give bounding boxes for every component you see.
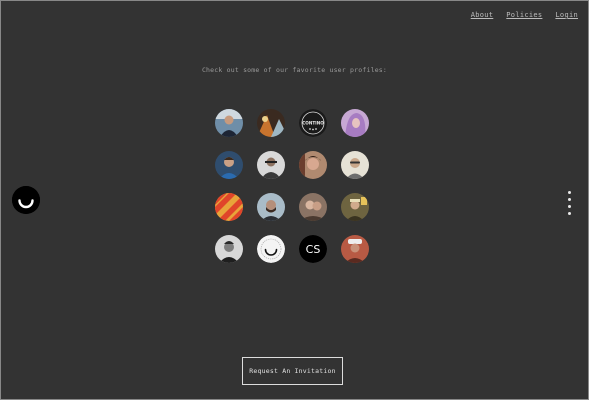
orange-pattern-icon	[215, 193, 243, 221]
person-photo-icon	[257, 109, 285, 137]
profile-avatar[interactable]: CONTINO	[299, 109, 327, 137]
profile-avatar[interactable]	[341, 193, 369, 221]
ello-smile-icon	[257, 235, 285, 263]
contino-badge-icon: CONTINO	[299, 109, 327, 137]
person-photo-icon	[341, 193, 369, 221]
purple-hair-icon	[341, 109, 369, 137]
nav-about-link[interactable]: About	[471, 11, 494, 19]
profile-avatar[interactable]	[341, 109, 369, 137]
profile-avatar[interactable]	[257, 235, 285, 263]
person-photo-icon	[215, 151, 243, 179]
profile-avatar[interactable]	[215, 151, 243, 179]
ello-logo-icon[interactable]	[12, 186, 40, 214]
person-photo-icon	[341, 151, 369, 179]
profile-avatar[interactable]	[341, 235, 369, 263]
top-nav: About Policies Login	[471, 11, 578, 19]
nav-login-link[interactable]: Login	[555, 11, 578, 19]
svg-text:CONTINO: CONTINO	[302, 121, 324, 126]
profile-grid: CONTINO CS	[215, 109, 369, 263]
pager-dot[interactable]	[568, 198, 571, 201]
profile-avatar[interactable]	[299, 151, 327, 179]
profile-avatar[interactable]	[215, 109, 243, 137]
pager-dot[interactable]	[568, 212, 571, 215]
request-invitation-button[interactable]: Request An Invitation	[242, 357, 343, 385]
profile-avatar[interactable]	[257, 193, 285, 221]
profile-avatar[interactable]	[341, 151, 369, 179]
pager-dot[interactable]	[568, 191, 571, 194]
section-pager	[568, 191, 571, 215]
profile-avatar[interactable]	[257, 151, 285, 179]
profile-avatar[interactable]	[299, 193, 327, 221]
cs-monogram-icon: CS	[299, 235, 327, 263]
person-photo-icon	[215, 109, 243, 137]
profile-avatar[interactable]	[257, 109, 285, 137]
profiles-tagline: Check out some of our favorite user prof…	[201, 66, 388, 74]
person-photo-icon	[257, 151, 285, 179]
person-photo-icon	[341, 235, 369, 263]
person-photo-icon	[299, 151, 327, 179]
person-photo-icon	[299, 193, 327, 221]
profile-avatar[interactable]	[215, 235, 243, 263]
person-photo-icon	[257, 193, 285, 221]
profile-avatar[interactable]: CS	[299, 235, 327, 263]
nav-policies-link[interactable]: Policies	[506, 11, 542, 19]
pager-dot[interactable]	[568, 205, 571, 208]
svg-text:CS: CS	[306, 243, 321, 256]
person-photo-icon	[215, 235, 243, 263]
profile-avatar[interactable]	[215, 193, 243, 221]
